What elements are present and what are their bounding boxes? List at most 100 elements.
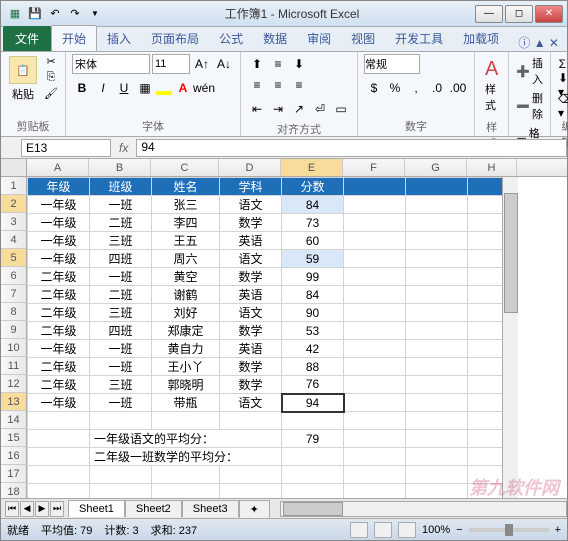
cell[interactable]: 59 xyxy=(282,250,344,268)
wrap-text-icon[interactable]: ⏎ xyxy=(310,99,330,119)
cell[interactable]: 四班 xyxy=(90,250,152,268)
row-header-16[interactable]: 16 xyxy=(1,447,27,465)
cell[interactable] xyxy=(90,466,152,484)
cell[interactable] xyxy=(406,448,468,466)
cell[interactable]: 一班 xyxy=(90,394,152,412)
cell[interactable]: 二年级 xyxy=(28,358,90,376)
cell[interactable]: 英语 xyxy=(220,340,282,358)
cell[interactable]: 学科 xyxy=(220,178,282,196)
cell[interactable]: 二班 xyxy=(90,214,152,232)
cell[interactable]: 53 xyxy=(282,322,344,340)
cell[interactable]: 一班 xyxy=(90,196,152,214)
font-size-select[interactable] xyxy=(152,54,190,74)
cell[interactable] xyxy=(406,430,468,448)
horizontal-scrollbar[interactable] xyxy=(280,501,567,517)
phonetic-icon[interactable]: wén xyxy=(194,78,214,98)
cell[interactable]: 四班 xyxy=(90,322,152,340)
cell[interactable]: 分数 xyxy=(282,178,344,196)
cell[interactable] xyxy=(344,340,406,358)
tab-last-icon[interactable]: ⏭ xyxy=(50,501,64,517)
format-painter-icon[interactable]: 🖌 xyxy=(43,86,59,100)
cell[interactable]: 王五 xyxy=(152,232,220,250)
tab-review[interactable]: 审阅 xyxy=(297,26,341,51)
cell[interactable]: 88 xyxy=(282,358,344,376)
cell[interactable]: 二年级 xyxy=(28,304,90,322)
cell[interactable] xyxy=(406,196,468,214)
cell[interactable]: 郑康定 xyxy=(152,322,220,340)
cell[interactable] xyxy=(90,412,152,430)
cell[interactable]: 二年级 xyxy=(28,268,90,286)
cell[interactable]: 数学 xyxy=(220,358,282,376)
cell[interactable] xyxy=(406,232,468,250)
cell[interactable]: 三班 xyxy=(90,232,152,250)
cell[interactable]: 周六 xyxy=(152,250,220,268)
cell[interactable]: 二班 xyxy=(90,286,152,304)
cell[interactable]: 英语 xyxy=(220,286,282,304)
cell[interactable] xyxy=(152,412,220,430)
tab-next-icon[interactable]: ▶ xyxy=(35,501,49,517)
sheet-tab-3[interactable]: Sheet3 xyxy=(182,500,239,517)
cell[interactable] xyxy=(28,466,90,484)
cell[interactable]: 黄空 xyxy=(152,268,220,286)
underline-button[interactable]: U xyxy=(114,78,134,98)
cell[interactable] xyxy=(344,196,406,214)
cell[interactable]: 语文 xyxy=(220,304,282,322)
percent-icon[interactable]: % xyxy=(385,78,405,98)
align-top-icon[interactable]: ⬆ xyxy=(247,54,267,74)
row-header-3[interactable]: 3 xyxy=(1,213,27,231)
cell[interactable] xyxy=(406,268,468,286)
grow-font-icon[interactable]: A↑ xyxy=(192,54,212,74)
align-center-icon[interactable]: ≡ xyxy=(268,75,288,95)
tab-first-icon[interactable]: ⏮ xyxy=(5,501,19,517)
ribbon-help-icon[interactable]: ⓘ ▲ ✕ xyxy=(518,34,567,51)
col-header-D[interactable]: D xyxy=(219,159,281,176)
cell[interactable] xyxy=(220,412,282,430)
cell[interactable] xyxy=(282,466,344,484)
col-header-F[interactable]: F xyxy=(343,159,405,176)
bold-button[interactable]: B xyxy=(72,78,92,98)
cell[interactable]: 郭晓明 xyxy=(152,376,220,394)
zoom-out-icon[interactable]: − xyxy=(456,524,462,536)
cell[interactable]: 刘好 xyxy=(152,304,220,322)
cell[interactable]: 班级 xyxy=(90,178,152,196)
row-header-4[interactable]: 4 xyxy=(1,231,27,249)
cell[interactable]: 谢鹤 xyxy=(152,286,220,304)
cell[interactable]: 42 xyxy=(282,340,344,358)
zoom-slider[interactable] xyxy=(469,528,549,532)
view-normal-icon[interactable] xyxy=(350,522,368,538)
row-header-5[interactable]: 5 xyxy=(1,249,27,267)
row-header-14[interactable]: 14 xyxy=(1,411,27,429)
cell[interactable]: 90 xyxy=(282,304,344,322)
cell[interactable] xyxy=(344,304,406,322)
cell[interactable]: 79 xyxy=(282,430,344,448)
delete-cells-button[interactable]: ➖删除 xyxy=(515,89,544,123)
formula-input[interactable]: 94 xyxy=(136,139,567,157)
undo-icon[interactable]: ↶ xyxy=(47,6,63,22)
cell[interactable] xyxy=(344,214,406,232)
col-header-G[interactable]: G xyxy=(405,159,467,176)
cell[interactable]: 60 xyxy=(282,232,344,250)
cell[interactable] xyxy=(344,358,406,376)
insert-cells-button[interactable]: ➕插入 xyxy=(515,54,544,88)
align-left-icon[interactable]: ≡ xyxy=(247,75,267,95)
row-header-13[interactable]: 13 xyxy=(1,393,27,411)
col-header-C[interactable]: C xyxy=(151,159,219,176)
cells-area[interactable]: 年级班级姓名学科分数一年级一班张三语文84一年级二班李四数学73一年级三班王五英… xyxy=(27,177,518,520)
cell[interactable]: 一年级 xyxy=(28,250,90,268)
cell[interactable] xyxy=(344,250,406,268)
cell[interactable] xyxy=(344,394,406,412)
cell[interactable]: 94 xyxy=(282,394,344,412)
tab-home[interactable]: 开始 xyxy=(51,25,97,51)
cell[interactable] xyxy=(282,412,344,430)
cell[interactable]: 语文 xyxy=(220,196,282,214)
cell[interactable]: 二年级 xyxy=(28,322,90,340)
cell[interactable] xyxy=(344,466,406,484)
dec-decimal-icon[interactable]: .00 xyxy=(448,78,468,98)
tab-file[interactable]: 文件 xyxy=(3,26,51,51)
indent-dec-icon[interactable]: ⇤ xyxy=(247,99,267,119)
cell[interactable] xyxy=(406,250,468,268)
cell[interactable]: 一年级 xyxy=(28,214,90,232)
cell[interactable]: 一班 xyxy=(90,358,152,376)
merge-icon[interactable]: ▭ xyxy=(331,99,351,119)
cell[interactable] xyxy=(406,286,468,304)
